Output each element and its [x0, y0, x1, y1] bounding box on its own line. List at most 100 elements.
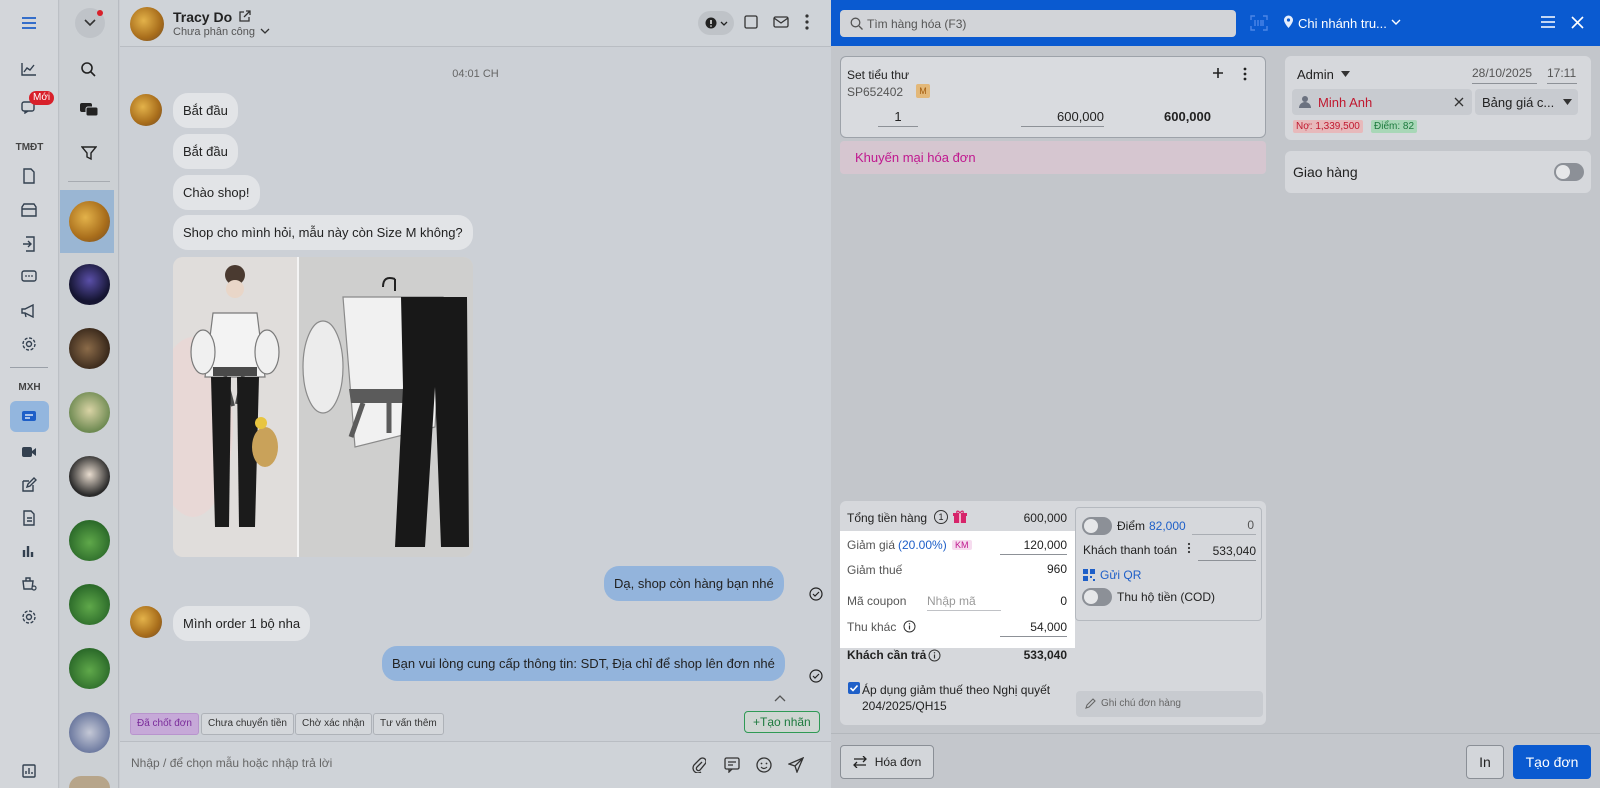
invoice-promo-bar[interactable]: Khuyến mại hóa đơn: [840, 141, 1266, 174]
customer-name[interactable]: Minh Anh: [1318, 95, 1372, 110]
edit-icon[interactable]: [17, 473, 41, 497]
mail-icon[interactable]: [773, 16, 789, 28]
conversation-avatar[interactable]: [69, 264, 110, 305]
orders-icon[interactable]: [17, 164, 41, 188]
funnel-icon[interactable]: [81, 145, 97, 161]
clear-icon[interactable]: [1454, 97, 1464, 107]
basket-settings-icon[interactable]: [17, 572, 41, 596]
quantity-input[interactable]: 1: [878, 109, 918, 124]
order-time[interactable]: 17:11: [1547, 66, 1576, 80]
analytics-icon[interactable]: [17, 57, 41, 81]
product-name[interactable]: Set tiểu thư: [847, 68, 909, 82]
attachment-icon[interactable]: [692, 757, 706, 773]
tag-chip[interactable]: Chưa chuyển tiền: [201, 713, 294, 735]
conversation-avatar[interactable]: [69, 456, 110, 497]
other-fee-input[interactable]: 54,000: [1000, 620, 1067, 634]
store-icon[interactable]: [17, 198, 41, 222]
conversation-avatar[interactable]: [69, 201, 110, 242]
discount-percent[interactable]: (20.00%): [898, 538, 947, 552]
cod-toggle[interactable]: [1082, 588, 1112, 606]
emoji-icon[interactable]: [756, 757, 772, 773]
user-icon: [1299, 95, 1311, 108]
more-vertical-icon[interactable]: [1243, 67, 1247, 81]
customer-paid-input[interactable]: 533,040: [1198, 544, 1256, 558]
qr-code-icon[interactable]: [1083, 569, 1095, 581]
assign-status[interactable]: Chưa phân công: [173, 26, 255, 38]
product-image[interactable]: [173, 257, 473, 557]
filter-dropdown-button[interactable]: [75, 8, 105, 38]
input-underline: [1547, 83, 1577, 84]
document-icon[interactable]: [17, 506, 41, 530]
product-search-input[interactable]: Tìm hàng hóa (F3): [840, 10, 1236, 37]
search-icon[interactable]: [80, 61, 96, 77]
order-note-placeholder: Ghi chú đơn hàng: [1101, 698, 1181, 709]
discount-input[interactable]: 120,000: [1000, 538, 1067, 552]
customer-field[interactable]: Minh Anh: [1292, 89, 1472, 115]
settings-icon[interactable]: [17, 332, 41, 356]
gift-icon[interactable]: [953, 510, 967, 524]
menu-icon[interactable]: [1540, 15, 1556, 29]
points-toggle[interactable]: [1082, 517, 1112, 535]
tax-policy-checkbox[interactable]: [848, 682, 860, 694]
message-input[interactable]: Nhập / để chọn mẫu hoặc nhập trả lời: [131, 756, 332, 770]
external-link-icon[interactable]: [239, 10, 251, 22]
seller-selector[interactable]: Admin: [1297, 67, 1334, 82]
other-fee-label: Thu khác: [847, 620, 897, 634]
print-button[interactable]: In: [1466, 745, 1504, 779]
contact-name[interactable]: Tracy Do: [173, 9, 232, 25]
delivery-toggle[interactable]: [1554, 163, 1584, 181]
info-icon[interactable]: [903, 620, 916, 633]
add-icon[interactable]: [1212, 67, 1224, 79]
conversation-avatar[interactable]: [69, 712, 110, 753]
more-vertical-icon[interactable]: [805, 14, 809, 30]
conversation-avatar[interactable]: [69, 520, 110, 561]
close-icon[interactable]: [1571, 16, 1584, 29]
conversation-avatar[interactable]: [69, 776, 110, 788]
message-timestamp: 04:01 CH: [452, 68, 499, 80]
send-icon[interactable]: [788, 757, 804, 773]
tag-chip[interactable]: Chờ xác nhận: [295, 713, 372, 735]
import-icon[interactable]: [17, 232, 41, 256]
social-chat-icon[interactable]: [17, 405, 41, 429]
avatar[interactable]: [130, 7, 164, 41]
message-bubble: Bắt đầu: [173, 134, 238, 169]
conversation-avatar[interactable]: [69, 648, 110, 689]
send-qr-button[interactable]: Gửi QR: [1100, 568, 1141, 582]
conversation-avatar[interactable]: [69, 584, 110, 625]
bar-chart-icon[interactable]: [17, 539, 41, 563]
panel-toggle-icon[interactable]: [744, 15, 758, 29]
gear-icon[interactable]: [17, 605, 41, 629]
caret-down-icon[interactable]: [1341, 71, 1350, 77]
more-vertical-icon[interactable]: [1187, 542, 1191, 554]
conversation-avatar[interactable]: [69, 392, 110, 433]
branch-selector[interactable]: Chi nhánh tru...: [1298, 16, 1387, 31]
coupon-input[interactable]: Nhập mã: [927, 594, 976, 608]
conversations-icon[interactable]: [79, 102, 99, 118]
menu-icon[interactable]: [17, 11, 41, 35]
invoice-tab-button[interactable]: Hóa đơn: [840, 745, 934, 779]
create-tag-button[interactable]: +Tạo nhãn: [744, 711, 820, 733]
status-dropdown[interactable]: [698, 11, 734, 35]
chevron-down-icon[interactable]: [260, 28, 270, 34]
subtotal-label: Tổng tiền hàng: [847, 511, 928, 525]
order-note-input[interactable]: Ghi chú đơn hàng: [1076, 691, 1263, 717]
chevron-down-icon[interactable]: [1391, 19, 1401, 25]
unit-price-input[interactable]: 600,000: [1021, 109, 1104, 124]
megaphone-icon[interactable]: [17, 299, 41, 323]
order-date[interactable]: 28/10/2025: [1472, 66, 1532, 80]
tag-chip[interactable]: Tư vấn thêm: [373, 713, 444, 735]
video-icon[interactable]: [17, 440, 41, 464]
price-list-selector[interactable]: Bảng giá c...: [1475, 89, 1578, 115]
tag-chip[interactable]: Đã chốt đơn: [130, 713, 199, 735]
info-icon[interactable]: [928, 649, 941, 662]
chevron-up-icon[interactable]: [774, 694, 786, 702]
report-icon[interactable]: [17, 759, 41, 783]
points-used-input[interactable]: 0: [1216, 518, 1254, 532]
variant-badge: M: [916, 84, 930, 98]
promo-badge: KM: [952, 540, 972, 550]
create-order-button[interactable]: Tạo đơn: [1513, 745, 1591, 779]
template-icon[interactable]: [724, 757, 740, 773]
chat-bubble-icon[interactable]: [17, 265, 41, 289]
conversation-avatar[interactable]: [69, 328, 110, 369]
barcode-scan-icon[interactable]: [1250, 15, 1268, 31]
